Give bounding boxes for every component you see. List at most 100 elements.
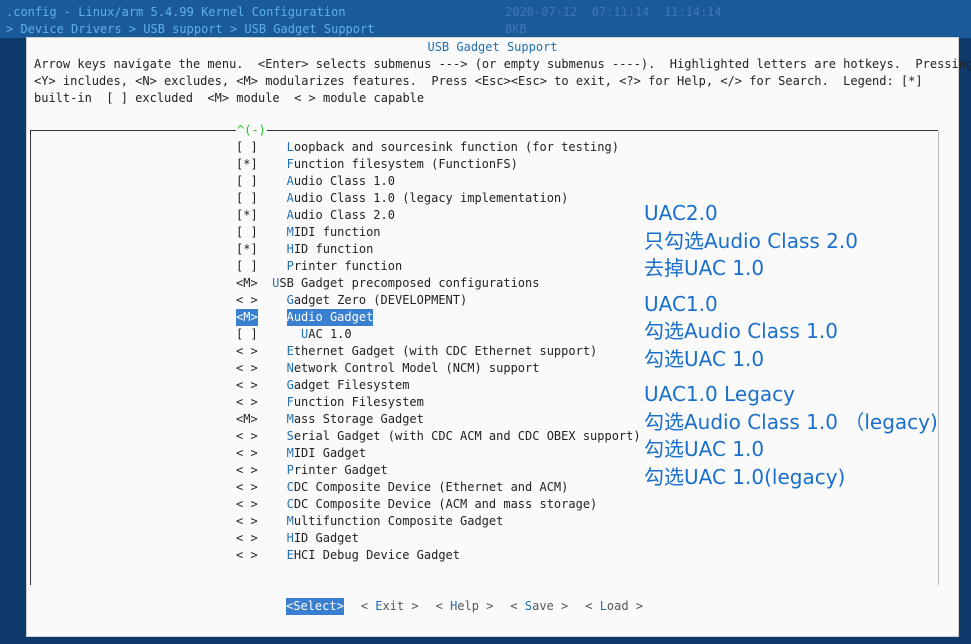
menu-item-state[interactable]: < > bbox=[236, 377, 258, 394]
menu-item-label[interactable]: Serial Gadget (with CDC ACM and CDC OBEX… bbox=[287, 428, 641, 445]
menu-item-state[interactable]: [*] bbox=[236, 156, 258, 173]
menu-item-text: ID Gadget bbox=[293, 531, 359, 545]
menu-item-state[interactable]: [ ] bbox=[236, 139, 258, 156]
menu-item-label[interactable]: Ethernet Gadget (with CDC Ethernet suppo… bbox=[287, 343, 598, 360]
menu-item-label[interactable]: Audio Gadget bbox=[286, 309, 374, 326]
menu-item-label[interactable]: Gadget Filesystem bbox=[287, 377, 410, 394]
menu-item-label[interactable]: MIDI Gadget bbox=[287, 445, 366, 462]
menu-item-indent bbox=[258, 191, 287, 205]
menu-item[interactable]: [ ] UAC 1.0 bbox=[236, 326, 641, 343]
menu-item[interactable]: <M> Mass Storage Gadget bbox=[236, 411, 641, 428]
menu-item[interactable]: [ ] MIDI function bbox=[236, 224, 641, 241]
help-button[interactable]: < Help > bbox=[436, 598, 494, 615]
menu-item[interactable]: < > CDC Composite Device (ACM and mass s… bbox=[236, 496, 641, 513]
menu-item-label[interactable]: UAC 1.0 bbox=[301, 326, 352, 343]
menu-item-state[interactable]: < > bbox=[236, 343, 258, 360]
menu-item[interactable]: < > MIDI Gadget bbox=[236, 445, 641, 462]
save-button[interactable]: < Save > bbox=[510, 598, 568, 615]
menu-item[interactable]: < > Serial Gadget (with CDC ACM and CDC … bbox=[236, 428, 641, 445]
menu-item[interactable]: [*] Function filesystem (FunctionFS) bbox=[236, 156, 641, 173]
menu-item-state[interactable]: [*] bbox=[236, 207, 258, 224]
menu-item[interactable]: < > Multifunction Composite Gadget bbox=[236, 513, 641, 530]
menu-item-state[interactable]: <M> bbox=[236, 275, 258, 292]
menu-item-state[interactable]: [ ] bbox=[236, 224, 258, 241]
select-button[interactable]: <Select> bbox=[286, 598, 344, 615]
menu-item[interactable]: [*] HID function bbox=[236, 241, 641, 258]
menu-item-hotkey: S bbox=[286, 429, 294, 443]
menu-item-state[interactable]: [ ] bbox=[236, 258, 258, 275]
menu-item-state[interactable]: < > bbox=[236, 547, 258, 564]
menu-item[interactable]: < > CDC Composite Device (Ethernet and A… bbox=[236, 479, 641, 496]
menu-item[interactable]: < > Printer Gadget bbox=[236, 462, 641, 479]
menu-item[interactable]: < > Gadget Zero (DEVELOPMENT) bbox=[236, 292, 641, 309]
menu-item[interactable]: [ ] Loopback and sourcesink function (fo… bbox=[236, 139, 641, 156]
menu-item-state[interactable]: < > bbox=[236, 394, 258, 411]
menu-item-label[interactable]: Loopback and sourcesink function (for te… bbox=[287, 139, 619, 156]
menu-item-label[interactable]: Printer function bbox=[287, 258, 403, 275]
menu-item-state[interactable]: < > bbox=[236, 292, 258, 309]
menu-item-label[interactable]: CDC Composite Device (ACM and mass stora… bbox=[287, 496, 598, 513]
help-text: Arrow keys navigate the menu. <Enter> se… bbox=[34, 56, 971, 107]
load-button[interactable]: < Load > bbox=[585, 598, 643, 615]
menu-item[interactable]: < > Network Control Model (NCM) support bbox=[236, 360, 641, 377]
menu-item-state[interactable]: < > bbox=[236, 513, 258, 530]
menu-item-text: unction filesystem (FunctionFS) bbox=[293, 157, 518, 171]
menu-item-indent bbox=[258, 548, 287, 562]
menu-item-state[interactable]: <M> bbox=[236, 411, 258, 428]
menu-item-label[interactable]: Audio Class 1.0 (legacy implementation) bbox=[287, 190, 569, 207]
menu-item-state[interactable]: [*] bbox=[236, 241, 258, 258]
menu-item-label[interactable]: Network Control Model (NCM) support bbox=[287, 360, 540, 377]
menu-item-label[interactable]: Gadget Zero (DEVELOPMENT) bbox=[287, 292, 468, 309]
menu-item-state[interactable]: <M> bbox=[236, 309, 258, 326]
menu-item-label[interactable]: Multifunction Composite Gadget bbox=[287, 513, 504, 530]
menu-item-indent bbox=[258, 140, 287, 154]
exit-button[interactable]: < Exit > bbox=[361, 598, 419, 615]
menu-item-state[interactable]: < > bbox=[236, 496, 258, 513]
scroll-up-indicator[interactable]: ^(-) bbox=[236, 122, 267, 139]
menu-item-text: SB Gadget precomposed configurations bbox=[279, 276, 540, 290]
menu-item-text: udio Class 2.0 bbox=[293, 208, 395, 222]
menu-item-state[interactable]: [ ] bbox=[236, 326, 258, 343]
menu-item-state[interactable]: < > bbox=[236, 428, 258, 445]
menu-item-state[interactable]: [ ] bbox=[236, 190, 258, 207]
menu-item-text: ID function bbox=[293, 242, 374, 256]
menu-item[interactable]: < > EHCI Debug Device Gadget bbox=[236, 547, 641, 564]
menu-item-text: adget Zero (DEVELOPMENT) bbox=[293, 293, 468, 307]
menu-item-state[interactable]: < > bbox=[236, 462, 258, 479]
menu-item-label[interactable]: Function filesystem (FunctionFS) bbox=[287, 156, 518, 173]
note-heading: UAC1.0 bbox=[644, 291, 718, 316]
menu-item-state[interactable]: < > bbox=[236, 445, 258, 462]
menu-item[interactable]: <M> Audio Gadget bbox=[236, 309, 641, 326]
menu-item[interactable]: < > Ethernet Gadget (with CDC Ethernet s… bbox=[236, 343, 641, 360]
menu-item-indent bbox=[258, 242, 287, 256]
menu-item[interactable]: <M> USB Gadget precomposed configuration… bbox=[236, 275, 641, 292]
menu-item-text: unction Filesystem bbox=[293, 395, 424, 409]
menu-item-label[interactable]: Printer Gadget bbox=[287, 462, 388, 479]
menu-item-label[interactable]: Function Filesystem bbox=[287, 394, 424, 411]
menu-item[interactable]: < > Function Filesystem bbox=[236, 394, 641, 411]
menu-item-label[interactable]: CDC Composite Device (Ethernet and ACM) bbox=[287, 479, 569, 496]
menu-item-indent bbox=[258, 174, 287, 188]
menu-item-state[interactable]: < > bbox=[236, 479, 258, 496]
menu-item-label[interactable]: HID Gadget bbox=[287, 530, 359, 547]
menu-item-hotkey: C bbox=[286, 497, 294, 511]
menu-item-label[interactable]: HID function bbox=[287, 241, 374, 258]
menu-item-state[interactable]: < > bbox=[236, 360, 258, 377]
menu-item[interactable]: < > HID Gadget bbox=[236, 530, 641, 547]
menu-item-indent bbox=[258, 480, 287, 494]
menu-item-text: DC Composite Device (ACM and mass storag… bbox=[293, 497, 598, 511]
menu-item-label[interactable]: MIDI function bbox=[287, 224, 381, 241]
menu-item-state[interactable]: [ ] bbox=[236, 173, 258, 190]
menu-item[interactable]: [*] Audio Class 2.0 bbox=[236, 207, 641, 224]
menu-item-label[interactable]: USB Gadget precomposed configurations bbox=[272, 275, 539, 292]
menu-item[interactable]: [ ] Audio Class 1.0 (legacy implementati… bbox=[236, 190, 641, 207]
menu-item-label[interactable]: Mass Storage Gadget bbox=[287, 411, 424, 428]
note-gap bbox=[644, 373, 938, 381]
menu-item-label[interactable]: EHCI Debug Device Gadget bbox=[287, 547, 460, 564]
menu-item-state[interactable]: < > bbox=[236, 530, 258, 547]
menu-item[interactable]: < > Gadget Filesystem bbox=[236, 377, 641, 394]
menu-item[interactable]: [ ] Printer function bbox=[236, 258, 641, 275]
menu-item-label[interactable]: Audio Class 1.0 bbox=[287, 173, 395, 190]
menu-item-label[interactable]: Audio Class 2.0 bbox=[287, 207, 395, 224]
menu-item[interactable]: [ ] Audio Class 1.0 bbox=[236, 173, 641, 190]
